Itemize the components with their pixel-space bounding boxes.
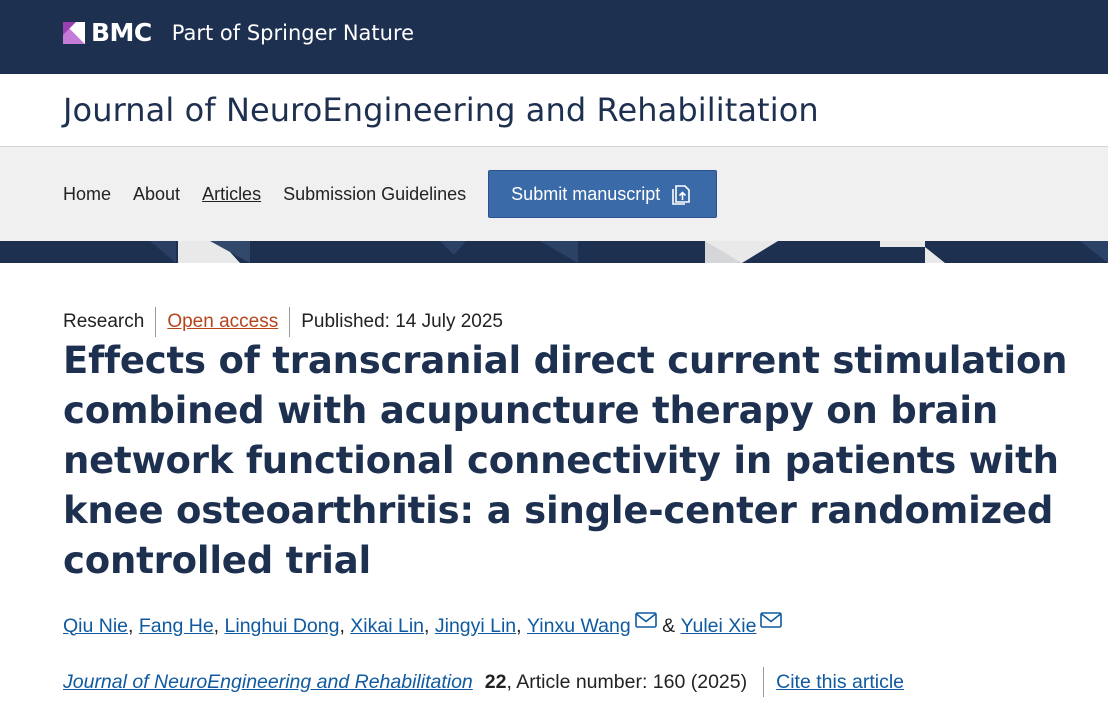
author-link[interactable]: Xikai Lin (350, 615, 424, 638)
meta-divider (155, 307, 157, 337)
bmc-brand-link[interactable]: BMC Part of Springer Nature (63, 18, 415, 47)
article-meta: Research Open access Published: 14 July … (63, 306, 503, 338)
citation-divider (763, 667, 765, 697)
nav-submission-guidelines[interactable]: Submission Guidelines (283, 184, 466, 205)
author-list: Qiu Nie, Fang He, Linghui Dong, Xikai Li… (63, 610, 783, 642)
submit-manuscript-label: Submit manuscript (511, 183, 661, 204)
nav-home[interactable]: Home (63, 184, 111, 205)
author-link[interactable]: Fang He (139, 615, 214, 638)
top-header-bar: BMC Part of Springer Nature (0, 0, 1108, 74)
submit-manuscript-button[interactable]: Submit manuscript (488, 170, 718, 218)
nav-articles[interactable]: Articles (202, 184, 261, 205)
citation-journal-link[interactable]: Journal of NeuroEngineering and Rehabili… (63, 671, 473, 694)
citation-volume: 22 (484, 670, 507, 693)
bmc-logo-icon (63, 22, 85, 44)
journal-banner: Journal of NeuroEngineering and Rehabili… (0, 74, 1108, 146)
open-access-link[interactable]: Open access (167, 311, 278, 333)
email-icon[interactable] (634, 612, 657, 628)
brand-subtitle: Part of Springer Nature (171, 21, 415, 45)
article-type: Research (63, 311, 145, 332)
citation-details: , Article number: 160 (2025) (506, 670, 748, 693)
author-link[interactable]: Qiu Nie (63, 615, 128, 638)
upload-document-icon (670, 182, 694, 206)
journal-title-link[interactable]: Journal of NeuroEngineering and Rehabili… (63, 90, 819, 130)
cite-this-article-link[interactable]: Cite this article (776, 671, 904, 694)
author-link[interactable]: Yinxu Wang (527, 615, 631, 638)
nav-about[interactable]: About (133, 184, 180, 205)
article-title: Effects of transcranial direct current s… (63, 339, 1068, 582)
author-link[interactable]: Linghui Dong (225, 615, 340, 638)
citation-line: Journal of NeuroEngineering and Rehabili… (63, 666, 904, 698)
author-and: & (662, 614, 676, 637)
decorative-pattern-band (0, 241, 1108, 263)
journal-navigation: Home About Articles Submission Guideline… (0, 146, 1108, 242)
author-link[interactable]: Jingyi Lin (435, 615, 516, 638)
meta-divider (289, 307, 291, 337)
author-link[interactable]: Yulei Xie (681, 615, 757, 638)
email-icon[interactable] (760, 612, 783, 628)
published-date: Published: 14 July 2025 (301, 311, 503, 332)
bmc-brand-text: BMC (91, 18, 152, 47)
